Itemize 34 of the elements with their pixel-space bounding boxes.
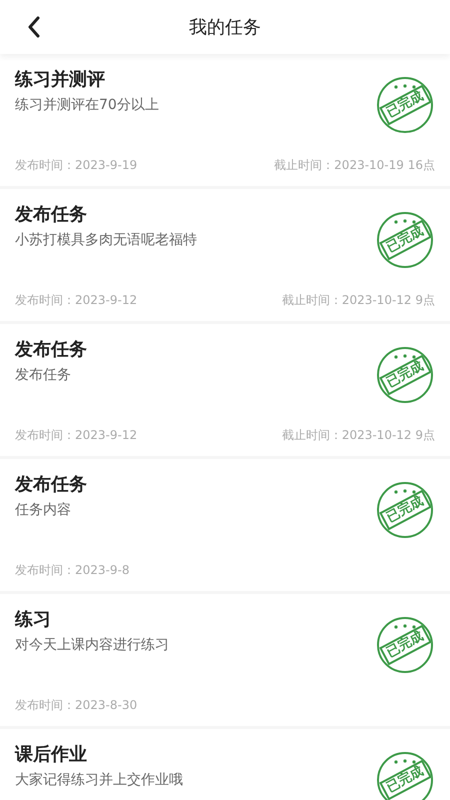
stamp-text: 已完成 xyxy=(378,490,432,530)
stamp-text: 已完成 xyxy=(378,624,432,666)
back-icon xyxy=(26,16,42,38)
deadline-time: 截止时间：2023-10-19 16点 xyxy=(274,157,435,174)
deadline-time: 截止时间：2023-10-12 9点 xyxy=(282,292,435,309)
deadline-time: 截止时间：2023-10-12 9点 xyxy=(282,427,435,444)
stamp-text: 已完成 xyxy=(378,84,432,126)
publish-time: 发布时间：2023-9-12 xyxy=(15,292,138,309)
publish-time: 发布时间：2023-9-8 xyxy=(15,562,130,579)
task-description: 对今天上课内容进行练习 xyxy=(15,636,169,655)
task-description: 练习并测评在70分以上 xyxy=(15,96,159,115)
task-description: 小苏打模具多肉无语呢老福特 xyxy=(15,231,197,250)
stamp-text: 已完成 xyxy=(378,354,432,396)
task-card[interactable]: 课后作业 大家记得练习并上交作业哦 已完成 xyxy=(0,729,450,800)
task-title: 练习 xyxy=(15,608,52,632)
publish-time: 发布时间：2023-8-30 xyxy=(15,697,138,714)
task-title: 发布任务 xyxy=(15,338,87,362)
page-title: 我的任务 xyxy=(189,16,261,40)
publish-time: 发布时间：2023-9-19 xyxy=(15,157,138,174)
task-title: 课后作业 xyxy=(15,743,88,767)
task-description: 发布任务 xyxy=(15,366,72,385)
publish-time: 发布时间：2023-9-12 xyxy=(15,427,138,444)
task-title: 发布任务 xyxy=(15,473,87,497)
stamp-text: 已完成 xyxy=(378,220,432,260)
task-description: 大家记得练习并上交作业哦 xyxy=(15,771,183,790)
stamp-text: 已完成 xyxy=(378,760,432,800)
task-card[interactable]: 练习并测评 练习并测评在70分以上 已完成 发布时间：2023-9-19 截止时间：2023-10-19 16点 xyxy=(0,54,450,189)
task-card[interactable]: 发布任务 任务内容 已完成 发布时间：2023-9-8 xyxy=(0,459,450,594)
task-description: 任务内容 xyxy=(15,501,72,520)
task-card[interactable]: 练习 对今天上课内容进行练习 已完成 发布时间：2023-8-30 xyxy=(0,594,450,729)
task-title: 练习并测评 xyxy=(15,68,106,92)
task-card[interactable]: 发布任务 小苏打模具多肉无语呢老福特 已完成 发布时间：2023-9-12 截止时间：2023-10-12 9点 xyxy=(0,189,450,324)
task-card[interactable]: 发布任务 发布任务 已完成 发布时间：2023-9-12 截止时间：2023-10-12 9点 xyxy=(0,324,450,459)
task-title: 发布任务 xyxy=(15,203,88,227)
